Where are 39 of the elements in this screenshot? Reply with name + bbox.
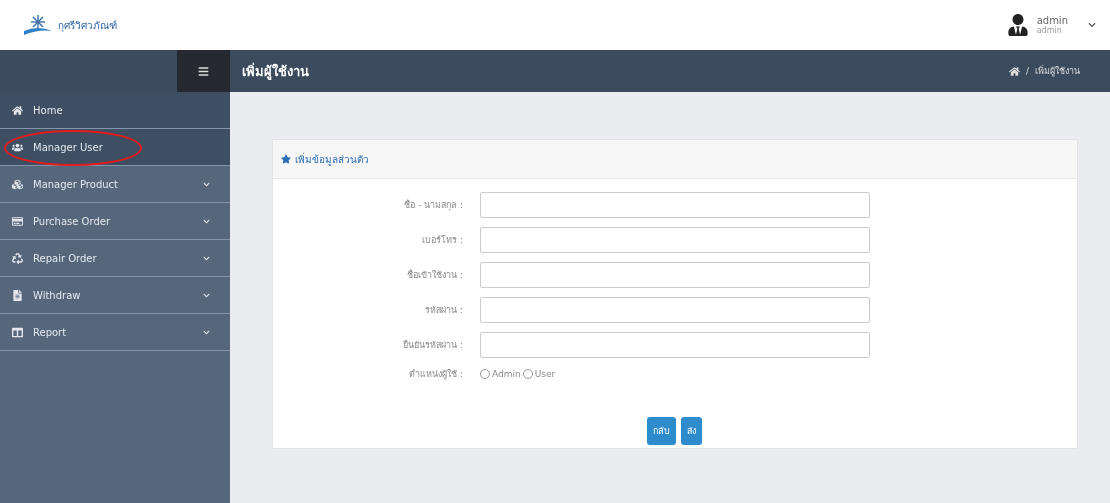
menu-button[interactable] [177,50,230,92]
radio-button[interactable] [522,369,533,379]
menu-item-icon [12,178,23,190]
user-name: admin [1036,15,1068,26]
caret-icon[interactable] [1088,21,1096,29]
menu-icon [198,65,209,77]
radio-label: Admin [492,369,521,379]
logo-text: กุศรีวิศวภัณฑ์ [58,18,117,33]
field-label: รหัสผ่าน : [424,304,463,317]
radio-button[interactable] [480,369,490,379]
menu-item-icon [12,215,23,227]
radio-label: User [534,369,556,379]
field-label: ชื่อ - นามสกุล : [403,198,463,212]
input-field[interactable] [480,332,870,358]
input-field[interactable] [480,262,870,288]
breadcrumb-item: เพิ่มผู้ใช้งาน [1035,64,1080,78]
breadcrumb-separator: / [1025,66,1029,76]
field-label: ชื่อเข้าใช้งาน : [406,268,463,282]
input-field[interactable] [480,297,870,323]
card-title: เพิ่มข้อมูลส่วนตัว [295,151,369,167]
home-icon[interactable] [1008,65,1020,77]
back-button[interactable]: กลับ [646,417,676,445]
page-title: เพิ่มผู้ใช้งาน [242,61,309,82]
menu-item-icon [12,289,23,301]
sidebar-item[interactable]: Home [0,92,230,129]
submit-button[interactable]: ส่ง [680,417,702,445]
menu-item-icon [12,104,23,116]
sidebar-item[interactable]: Manager User [0,129,230,166]
user-role: admin [1036,26,1063,35]
field-label: เบอร์โทร : [421,234,463,247]
field-label: ตำแหน่งผู้ใช้ : [408,368,463,381]
input-field[interactable] [480,192,870,218]
field-label: ยืนยันรหัสผ่าน : [402,339,463,352]
menu-item-icon [12,252,23,264]
user-avatar-icon[interactable] [1006,14,1029,36]
menu-item-icon [12,326,23,338]
star-icon [281,154,291,164]
input-field[interactable] [480,227,870,253]
menu-item-icon [12,141,23,153]
